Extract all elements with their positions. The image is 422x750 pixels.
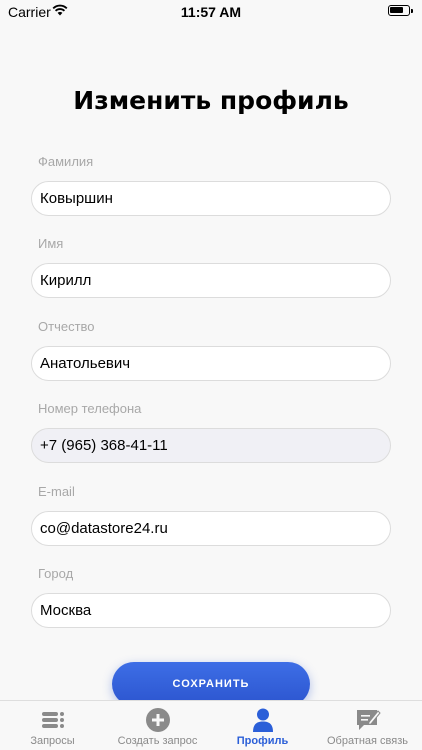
tab-create-request[interactable]: Создать запрос <box>105 701 210 750</box>
city-label: Город <box>38 566 74 581</box>
phone-label: Номер телефона <box>38 401 142 416</box>
tab-requests-label: Запросы <box>30 735 75 747</box>
tab-bar: Запросы Создать запрос Профиль Обратная … <box>0 700 422 750</box>
tab-requests[interactable]: Запросы <box>0 701 105 750</box>
city-input[interactable]: Москва <box>31 593 391 628</box>
tab-profile[interactable]: Профиль <box>210 701 315 750</box>
profile-icon <box>252 708 273 732</box>
last-name-label: Фамилия <box>38 154 94 169</box>
first-name-label: Имя <box>38 236 64 251</box>
tab-create-request-label: Создать запрос <box>117 735 198 747</box>
feedback-icon <box>356 710 381 730</box>
patronymic-label: Отчество <box>38 319 95 334</box>
battery-icon <box>388 5 413 16</box>
email-label: E-mail <box>38 484 75 499</box>
list-icon <box>41 712 64 728</box>
tab-profile-label: Профиль <box>236 735 289 747</box>
first-name-input[interactable]: Кирилл <box>31 263 391 298</box>
add-circle-icon <box>145 708 170 732</box>
last-name-input[interactable]: Ковыршин <box>31 181 391 216</box>
status-bar: Carrier 11:57 AM <box>0 0 422 24</box>
tab-feedback[interactable]: Обратная связь <box>315 701 420 750</box>
email-input[interactable]: co@datastore24.ru <box>31 511 391 546</box>
tab-feedback-label: Обратная связь <box>326 735 409 747</box>
patronymic-input[interactable]: Анатольевич <box>31 346 391 381</box>
status-time: 11:57 AM <box>180 4 242 20</box>
phone-input: +7 (965) 368-41-11 <box>31 428 391 463</box>
page-title: Изменить профиль <box>73 86 349 115</box>
